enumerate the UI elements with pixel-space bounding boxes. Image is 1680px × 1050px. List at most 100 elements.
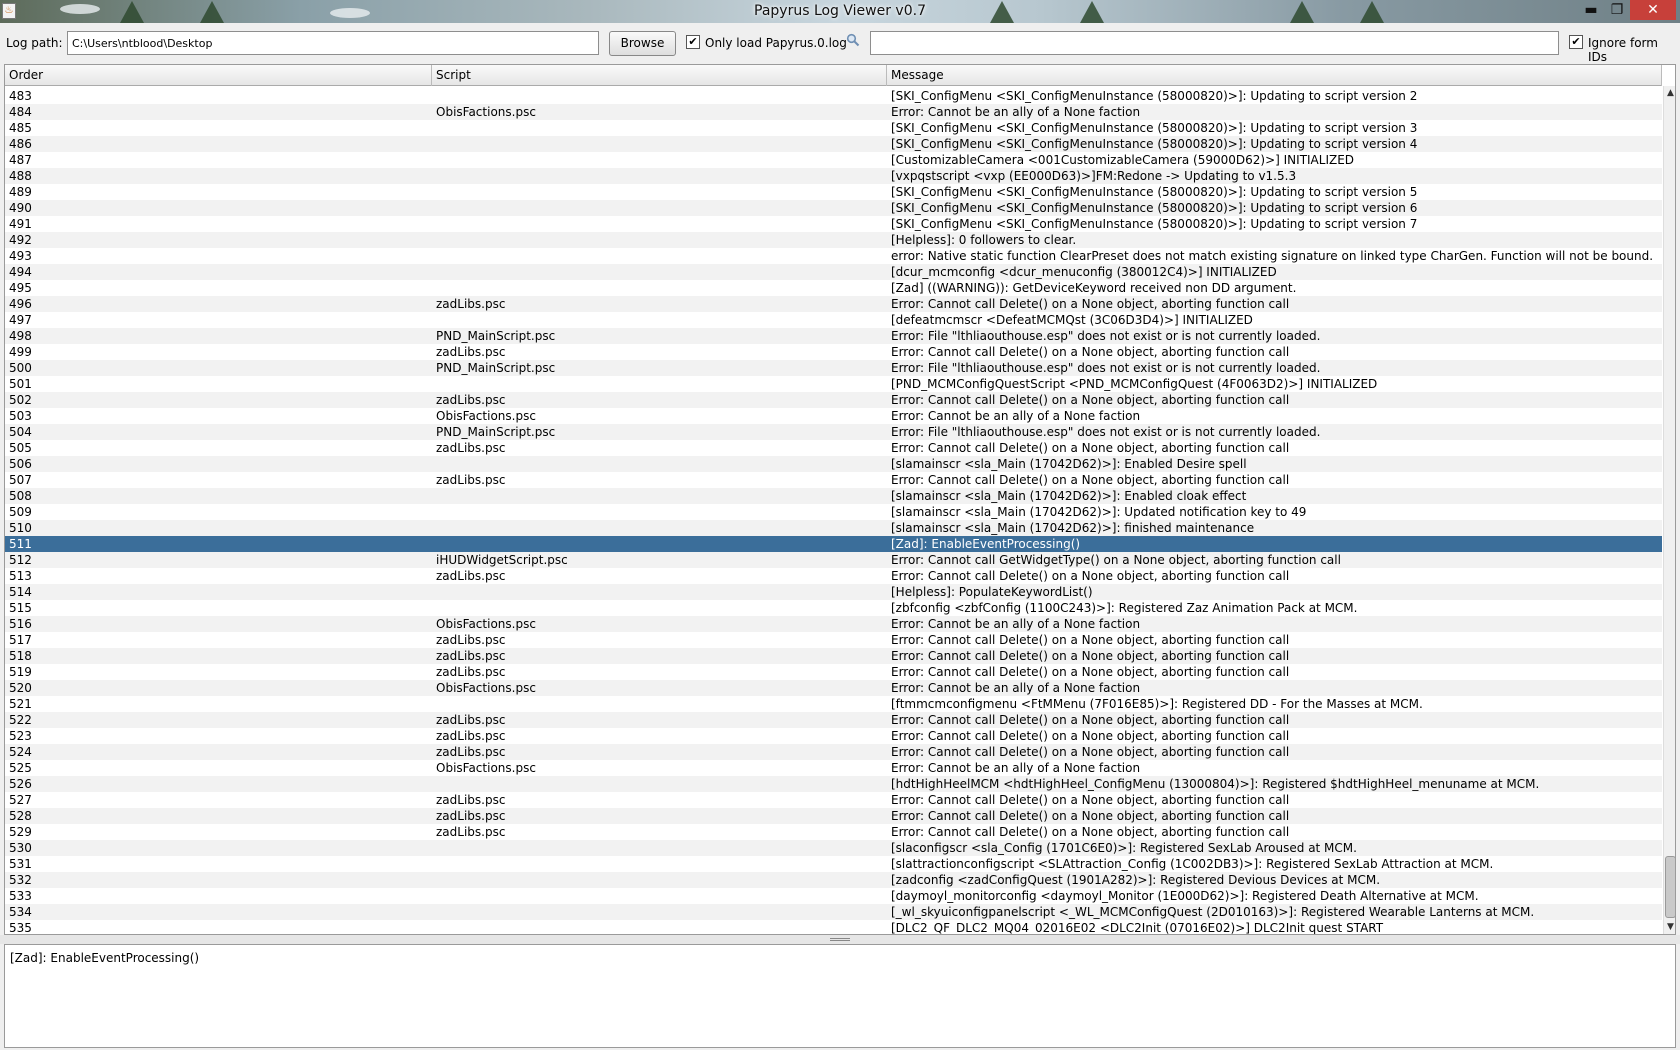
message-cell: Error: Cannot call Delete() on a None ob… [891, 713, 1290, 727]
order-cell: 514 [9, 585, 32, 599]
table-row[interactable]: 509 [slamainscr <sla_Main (17042D62)>]: U… [5, 504, 1662, 520]
message-cell: Error: Cannot call GetWidgetType() on a … [891, 553, 1341, 567]
message-cell: [dcur_mcmconfig <dcur_menuconfig (380012… [891, 265, 1277, 279]
table-row[interactable]: 483 [SKI_ConfigMenu <SKI_ConfigMenuInstan… [5, 88, 1662, 104]
table-row[interactable]: 523 zadLibs.psc Error: Cannot call Delete(… [5, 728, 1662, 744]
log-path-input[interactable] [67, 31, 599, 55]
order-cell: 535 [9, 921, 32, 935]
table-row[interactable]: 489 [SKI_ConfigMenu <SKI_ConfigMenuInstan… [5, 184, 1662, 200]
order-cell: 505 [9, 441, 32, 455]
table-row[interactable]: 527 zadLibs.psc Error: Cannot call Delete(… [5, 792, 1662, 808]
message-cell: [SKI_ConfigMenu <SKI_ConfigMenuInstance … [891, 121, 1418, 135]
table-row[interactable]: 486 [SKI_ConfigMenu <SKI_ConfigMenuInstan… [5, 136, 1662, 152]
table-row[interactable]: 531 [slattractionconfigscript <SLAttracti… [5, 856, 1662, 872]
script-cell: ObisFactions.psc [436, 681, 536, 695]
table-row[interactable]: 517 zadLibs.psc Error: Cannot call Delete(… [5, 632, 1662, 648]
table-row[interactable]: 508 [slamainscr <sla_Main (17042D62)>]: E… [5, 488, 1662, 504]
table-row[interactable]: 502 zadLibs.psc Error: Cannot call Delete(… [5, 392, 1662, 408]
table-row[interactable]: 485 [SKI_ConfigMenu <SKI_ConfigMenuInstan… [5, 120, 1662, 136]
table-row[interactable]: 504 PND_MainScript.psc Error: File "lthlia… [5, 424, 1662, 440]
table-row[interactable]: 491 [SKI_ConfigMenu <SKI_ConfigMenuInstan… [5, 216, 1662, 232]
scroll-down-arrow-icon[interactable]: ▼ [1664, 920, 1675, 934]
order-cell: 533 [9, 889, 32, 903]
table-row[interactable]: 499 zadLibs.psc Error: Cannot call Delete(… [5, 344, 1662, 360]
log-path-label: Log path: [6, 36, 63, 50]
table-row[interactable]: 492 [Helpless]: 0 followers to clear. [5, 232, 1662, 248]
order-cell: 515 [9, 601, 32, 615]
order-cell: 509 [9, 505, 32, 519]
table-row[interactable]: 505 zadLibs.psc Error: Cannot call Delete(… [5, 440, 1662, 456]
column-header-script[interactable]: Script [432, 65, 887, 86]
table-row[interactable]: 507 zadLibs.psc Error: Cannot call Delete(… [5, 472, 1662, 488]
browse-button[interactable]: Browse [609, 31, 676, 56]
table-row[interactable]: 526 [hdtHighHeelMCM <hdtHighHeel_ConfigMe… [5, 776, 1662, 792]
table-row[interactable]: 490 [SKI_ConfigMenu <SKI_ConfigMenuInstan… [5, 200, 1662, 216]
table-row[interactable]: 514 [Helpless]: PopulateKeywordList() [5, 584, 1662, 600]
table-row[interactable]: 515 [zbfconfig <zbfConfig (1100C243)>]: R… [5, 600, 1662, 616]
table-row[interactable]: 493 error: Native static function ClearPr… [5, 248, 1662, 264]
table-row[interactable]: 498 PND_MainScript.psc Error: File "lthlia… [5, 328, 1662, 344]
table-row[interactable]: 516 ObisFactions.psc Error: Cannot be an a… [5, 616, 1662, 632]
scrollbar-thumb[interactable] [1665, 856, 1675, 918]
table-row[interactable]: 500 PND_MainScript.psc Error: File "lthlia… [5, 360, 1662, 376]
order-cell: 510 [9, 521, 32, 535]
script-cell: zadLibs.psc [436, 649, 506, 663]
table-row[interactable]: 524 zadLibs.psc Error: Cannot call Delete(… [5, 744, 1662, 760]
message-cell: Error: Cannot be an ally of a None facti… [891, 617, 1141, 631]
table-row[interactable]: 488 [vxpqstscript <vxp (EE000D63)>]FM:Red… [5, 168, 1662, 184]
table-row[interactable]: 533 [daymoyl_monitorconfig <daymoyl_Monit… [5, 888, 1662, 904]
table-row[interactable]: 522 zadLibs.psc Error: Cannot call Delete(… [5, 712, 1662, 728]
splitter-grip-icon[interactable] [830, 938, 850, 941]
split-pane-divider[interactable] [0, 935, 1680, 944]
table-row[interactable]: 494 [dcur_mcmconfig <dcur_menuconfig (380… [5, 264, 1662, 280]
table-row[interactable]: 487 [CustomizableCamera <001CustomizableC… [5, 152, 1662, 168]
search-input[interactable] [870, 31, 1559, 55]
table-row[interactable]: 525 ObisFactions.psc Error: Cannot be an a… [5, 760, 1662, 776]
table-row[interactable]: 511 [Zad]: EnableEventProcessing() [5, 536, 1662, 552]
script-cell: zadLibs.psc [436, 825, 506, 839]
table-row[interactable]: 497 [defeatmcmscr <DefeatMCMQst (3C06D3D4… [5, 312, 1662, 328]
table-row[interactable]: 484 ObisFactions.psc Error: Cannot be an a… [5, 104, 1662, 120]
table-row[interactable]: 495 [Zad] ((WARNING)): GetDeviceKeyword r… [5, 280, 1662, 296]
table-row[interactable]: 503 ObisFactions.psc Error: Cannot be an a… [5, 408, 1662, 424]
table-row[interactable]: 534 [_wl_skyuiconfigpanelscript <_WL_MCMC… [5, 904, 1662, 920]
table-row[interactable]: 535 [DLC2_QF_DLC2_MQ04_02016E02 <DLC2Init… [5, 920, 1662, 935]
table-row[interactable]: 496 zadLibs.psc Error: Cannot call Delete(… [5, 296, 1662, 312]
order-cell: 493 [9, 249, 32, 263]
maximize-button[interactable]: ❐ [1604, 0, 1630, 20]
table-row[interactable]: 506 [slamainscr <sla_Main (17042D62)>]: E… [5, 456, 1662, 472]
order-cell: 489 [9, 185, 32, 199]
table-row[interactable]: 530 [slaconfigscr <sla_Config (1701C6E0)>… [5, 840, 1662, 856]
table-row[interactable]: 519 zadLibs.psc Error: Cannot call Delete(… [5, 664, 1662, 680]
message-cell: [SKI_ConfigMenu <SKI_ConfigMenuInstance … [891, 137, 1418, 151]
vertical-scrollbar[interactable]: ▲ ▼ [1663, 86, 1675, 934]
table-header: Order Script Message [5, 65, 1662, 86]
table-row[interactable]: 520 ObisFactions.psc Error: Cannot be an a… [5, 680, 1662, 696]
table-row[interactable]: 532 [zadconfig <zadConfigQuest (1901A282)… [5, 872, 1662, 888]
only-load-checkbox[interactable]: ✔ [686, 35, 700, 49]
script-cell: zadLibs.psc [436, 745, 506, 759]
message-cell: Error: Cannot call Delete() on a None ob… [891, 441, 1290, 455]
script-cell: iHUDWidgetScript.psc [436, 553, 568, 567]
table-row[interactable]: 528 zadLibs.psc Error: Cannot call Delete(… [5, 808, 1662, 824]
order-cell: 516 [9, 617, 32, 631]
column-header-message[interactable]: Message [887, 65, 1662, 86]
table-row[interactable]: 510 [slamainscr <sla_Main (17042D62)>]: f… [5, 520, 1662, 536]
message-cell: Error: Cannot call Delete() on a None ob… [891, 793, 1290, 807]
message-cell: Error: Cannot call Delete() on a None ob… [891, 473, 1290, 487]
script-cell: zadLibs.psc [436, 633, 506, 647]
order-cell: 517 [9, 633, 32, 647]
message-detail-panel[interactable]: [Zad]: EnableEventProcessing() [4, 944, 1676, 1048]
ignore-form-ids-checkbox[interactable]: ✔ [1569, 35, 1583, 49]
scroll-up-arrow-icon[interactable]: ▲ [1664, 86, 1675, 100]
close-button[interactable]: ✕ [1630, 0, 1676, 20]
table-row[interactable]: 501 [PND_MCMConfigQuestScript <PND_MCMCon… [5, 376, 1662, 392]
table-row[interactable]: 521 [ftmmcmconfigmenu <FtMMenu (7F016E85)… [5, 696, 1662, 712]
table-row[interactable]: 512 iHUDWidgetScript.psc Error: Cannot cal… [5, 552, 1662, 568]
column-header-order[interactable]: Order [5, 65, 432, 86]
table-row[interactable]: 529 zadLibs.psc Error: Cannot call Delete(… [5, 824, 1662, 840]
order-cell: 484 [9, 105, 32, 119]
table-row[interactable]: 518 zadLibs.psc Error: Cannot call Delete(… [5, 648, 1662, 664]
table-row[interactable]: 513 zadLibs.psc Error: Cannot call Delete(… [5, 568, 1662, 584]
minimize-button[interactable]: ▬ [1578, 0, 1604, 20]
